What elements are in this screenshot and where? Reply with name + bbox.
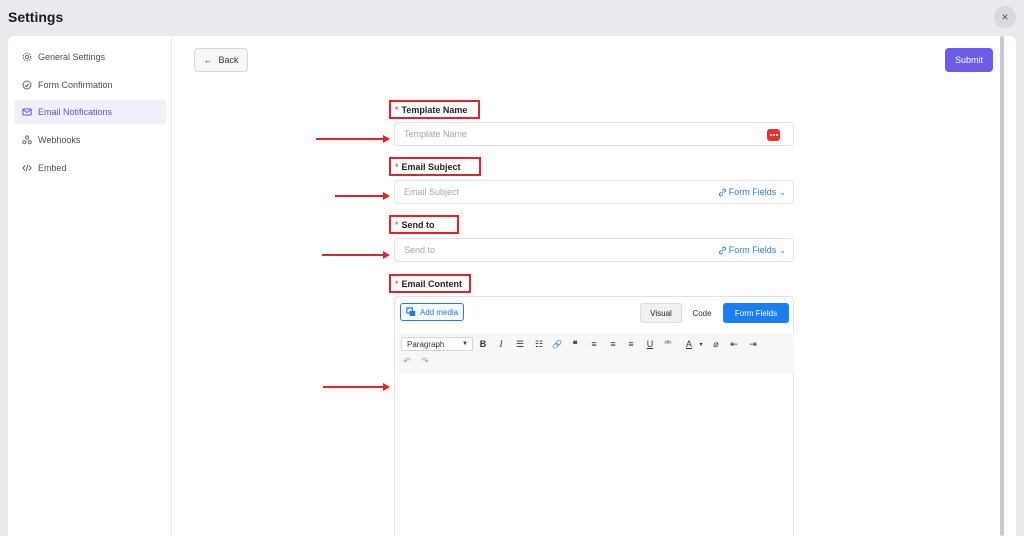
numbered-list-icon[interactable]: ☷	[532, 336, 546, 352]
annotation-arrow	[322, 251, 390, 259]
form-fields-dropdown[interactable]: Form Fields ⌄	[718, 187, 786, 197]
sidebar-item-label: Embed	[38, 163, 67, 173]
email-content-label-text: Email Content	[401, 278, 463, 289]
email-content-editor: Add media Visual Code Form Fields Paragr…	[394, 296, 794, 536]
align-left-icon[interactable]: ≡	[587, 336, 601, 352]
sidebar-item-form-confirmation[interactable]: Form Confirmation	[14, 73, 166, 97]
clear-formatting-icon[interactable]: ⌀	[709, 336, 723, 352]
strikethrough-icon[interactable]: ᴬᴮᶜ	[661, 336, 675, 352]
close-button[interactable]: ×	[994, 6, 1016, 28]
media-icon	[406, 307, 416, 316]
template-name-placeholder: Template Name	[404, 129, 468, 139]
sidebar-item-general-settings[interactable]: General Settings	[14, 45, 166, 69]
italic-icon[interactable]: I	[494, 336, 508, 352]
page-title: Settings	[8, 9, 64, 25]
sidebar-item-label: Form Confirmation	[38, 80, 113, 90]
form-fields-dropdown[interactable]: Form Fields ⌄	[718, 245, 786, 255]
send-to-label-text: Send to	[401, 219, 435, 230]
submit-button[interactable]: Submit	[945, 48, 993, 72]
arrow-left-icon: ←	[203, 55, 213, 65]
bullet-list-icon[interactable]: ☰	[513, 336, 527, 352]
sidebar-item-label: General Settings	[38, 52, 106, 62]
add-media-button[interactable]: Add media	[400, 303, 464, 321]
bold-icon[interactable]: B	[476, 336, 490, 352]
webhook-icon	[22, 135, 32, 145]
annotation-arrow	[323, 383, 390, 391]
required-marker: *	[395, 278, 399, 289]
email-subject-placeholder: Email Subject	[404, 187, 460, 197]
sidebar-item-webhooks[interactable]: Webhooks	[14, 128, 166, 152]
email-content-label: * Email Content	[389, 274, 471, 293]
editor-toolbar: Paragraph ▼ B I ☰ ☷ 🔗 ❝ ≡ ≡ ≡ U ᴬᴮᶜ A ▾ …	[396, 333, 794, 373]
align-center-icon[interactable]: ≡	[606, 336, 620, 352]
chevron-down-icon: ⌄	[779, 187, 786, 197]
close-icon: ×	[1001, 10, 1009, 24]
sidebar-item-label: Email Notifications	[38, 107, 113, 117]
required-marker: *	[395, 161, 399, 172]
link-icon	[718, 246, 726, 254]
template-name-label: * Template Name	[389, 100, 480, 119]
check-circle-icon	[22, 80, 32, 90]
editor-content-area[interactable]	[396, 373, 794, 536]
required-marker: *	[395, 104, 399, 115]
send-to-input[interactable]: Send to Form Fields ⌄	[394, 238, 794, 262]
back-button-label: Back	[218, 55, 239, 65]
paragraph-format-value: Paragraph	[407, 339, 445, 349]
template-name-label-text: Template Name	[401, 104, 468, 115]
tab-code[interactable]: Code	[687, 303, 717, 323]
caret-down-icon[interactable]: ▾	[694, 336, 708, 352]
chevron-down-icon: ⌄	[779, 245, 786, 255]
form-fields-button[interactable]: Form Fields	[723, 303, 789, 323]
scrollbar[interactable]	[1000, 36, 1004, 536]
align-right-icon[interactable]: ≡	[624, 336, 638, 352]
sidebar-item-label: Webhooks	[38, 135, 81, 145]
caret-down-icon: ▼	[462, 341, 468, 347]
email-subject-label: * Email Subject	[389, 157, 481, 176]
settings-panel: General Settings Form Confirmation Email…	[8, 36, 1016, 536]
send-to-placeholder: Send to	[404, 245, 436, 255]
form-fields-label: Form Fields	[728, 187, 777, 197]
more-options-icon[interactable]	[767, 129, 780, 141]
email-subject-input[interactable]: Email Subject Form Fields ⌄	[394, 180, 794, 204]
settings-sidebar: General Settings Form Confirmation Email…	[8, 36, 172, 536]
link-icon[interactable]: 🔗	[550, 336, 564, 352]
template-name-input[interactable]: Template Name	[394, 122, 794, 146]
underline-icon[interactable]: U	[643, 336, 657, 352]
link-icon	[718, 188, 726, 196]
settings-header: Settings ×	[0, 0, 1024, 36]
blockquote-icon[interactable]: ❝	[568, 336, 582, 352]
required-marker: *	[395, 219, 399, 230]
paragraph-format-select[interactable]: Paragraph ▼	[401, 337, 473, 351]
code-icon	[22, 164, 32, 172]
sidebar-item-embed[interactable]: Embed	[14, 156, 166, 180]
indent-icon[interactable]: ⇥	[746, 336, 760, 352]
annotation-arrow	[316, 135, 390, 143]
outdent-icon[interactable]: ⇤	[727, 336, 741, 352]
form-fields-label: Form Fields	[728, 245, 777, 255]
mail-icon	[22, 108, 32, 116]
sidebar-item-email-notifications[interactable]: Email Notifications	[14, 100, 166, 124]
redo-icon[interactable]: ↷	[418, 353, 432, 369]
annotation-arrow	[335, 192, 390, 200]
back-button[interactable]: ← Back	[194, 48, 248, 72]
gear-icon	[22, 52, 32, 62]
email-subject-label-text: Email Subject	[401, 161, 461, 172]
undo-icon[interactable]: ↶	[400, 353, 414, 369]
send-to-label: * Send to	[389, 215, 459, 234]
add-media-label: Add media	[419, 307, 459, 317]
tab-visual[interactable]: Visual	[640, 303, 682, 323]
